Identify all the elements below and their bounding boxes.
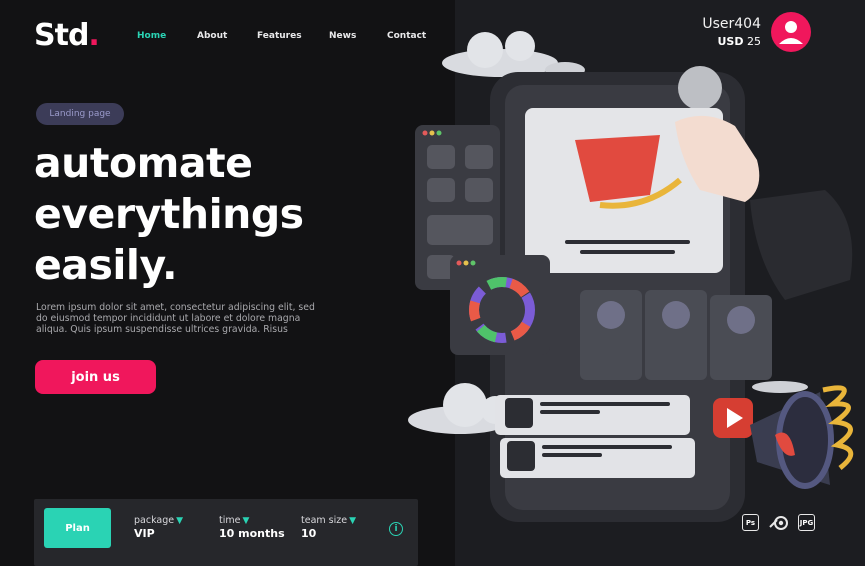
join-us-button[interactable]: join us xyxy=(35,360,156,394)
caret-down-icon: ▼ xyxy=(176,516,184,526)
cloud-top-icon xyxy=(442,31,585,78)
hero-description: Lorem ipsum dolor sit amet, consectetur … xyxy=(36,302,315,336)
package-label: package xyxy=(134,515,175,526)
color-wheel-window-icon xyxy=(450,255,550,355)
hero-line-3: easily. xyxy=(34,241,178,289)
info-icon[interactable]: i xyxy=(389,522,403,536)
time-dropdown[interactable]: time ▼ 10 months xyxy=(219,515,285,540)
team-size-value: 10 xyxy=(301,527,317,540)
logo[interactable]: Std. xyxy=(34,18,100,53)
package-value: VIP xyxy=(134,527,155,540)
caret-down-icon: ▼ xyxy=(242,516,250,526)
team-size-label: team size xyxy=(301,515,348,526)
nav-news[interactable]: News xyxy=(329,31,356,41)
plan-bar: Plan package ▼ VIP time ▼ 10 months team s… xyxy=(34,499,418,566)
nav-about[interactable]: About xyxy=(197,31,227,41)
caret-down-icon: ▼ xyxy=(349,516,357,526)
hero-illustration xyxy=(408,31,854,522)
blender-format-icon xyxy=(769,516,788,530)
team-size-dropdown[interactable]: team size ▼ 10 xyxy=(301,515,356,540)
landing-badge: Landing page xyxy=(36,103,124,125)
logo-dot: . xyxy=(88,18,99,53)
time-label: time xyxy=(219,515,241,526)
hero-heading: automate everythings easily. xyxy=(34,138,334,291)
nav-features[interactable]: Features xyxy=(257,31,302,41)
megaphone-icon xyxy=(750,391,834,489)
jpg-format-icon: JPG xyxy=(798,514,815,531)
users-cards-icon xyxy=(580,290,772,380)
time-value: 10 months xyxy=(219,527,285,540)
youtube-play-icon xyxy=(713,398,753,438)
nav-home[interactable]: Home xyxy=(137,31,166,41)
logo-text: Std xyxy=(34,18,89,53)
package-dropdown[interactable]: package ▼ VIP xyxy=(134,515,183,540)
hero-line-2: everythings xyxy=(34,190,304,238)
plan-button[interactable]: Plan xyxy=(44,508,111,548)
photoshop-format-icon: Ps xyxy=(742,514,759,531)
hero-line-1: automate xyxy=(34,139,253,187)
